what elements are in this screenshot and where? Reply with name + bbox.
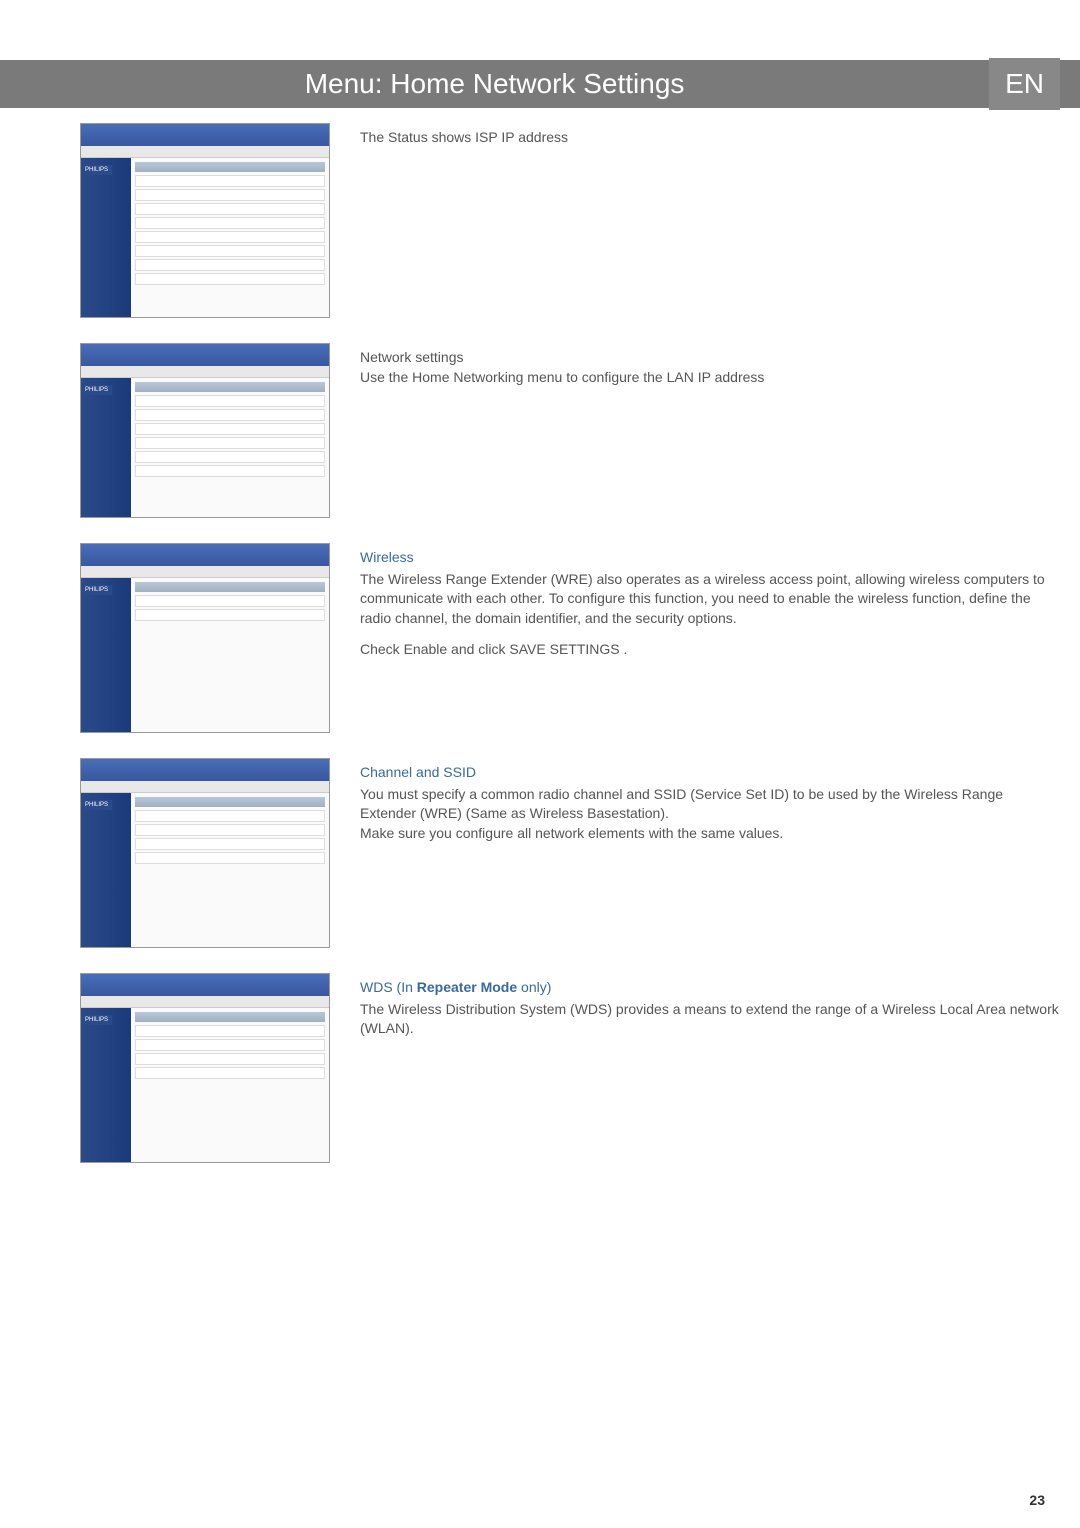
page-header: Menu: Home Network Settings EN [0, 60, 1080, 108]
text-network-settings: Network settings Use the Home Networking… [360, 343, 1060, 387]
screenshot-lan-settings: PHILIPS [80, 343, 330, 518]
page-number: 23 [1029, 1492, 1045, 1508]
language-badge: EN [989, 58, 1060, 110]
screenshot-wireless: PHILIPS [80, 543, 330, 733]
section-wireless: PHILIPS Wireless The Wireless Range Exte… [80, 543, 1060, 733]
text-channel-ssid: Channel and SSID You must specify a comm… [360, 758, 1060, 843]
section-channel-ssid: PHILIPS Channel and SSID You must specif… [80, 758, 1060, 948]
section-network-settings: PHILIPS Network settings Use the Home Ne… [80, 343, 1060, 518]
text-wds: WDS (In Repeater Mode only) The Wireless… [360, 973, 1060, 1039]
screenshot-wds: PHILIPS [80, 973, 330, 1163]
wds-title: WDS (In Repeater Mode only) [360, 978, 1060, 998]
section-status: PHILIPS The Status shows ISP IP address [80, 123, 1060, 318]
text-wireless: Wireless The Wireless Range Extender (WR… [360, 543, 1060, 660]
page-title: Menu: Home Network Settings [0, 60, 989, 108]
screenshot-channel-ssid: PHILIPS [80, 758, 330, 948]
section-wds: PHILIPS WDS (In Repeater Mode only) The … [80, 973, 1060, 1163]
text-status: The Status shows ISP IP address [360, 123, 1060, 148]
screenshot-status: PHILIPS [80, 123, 330, 318]
